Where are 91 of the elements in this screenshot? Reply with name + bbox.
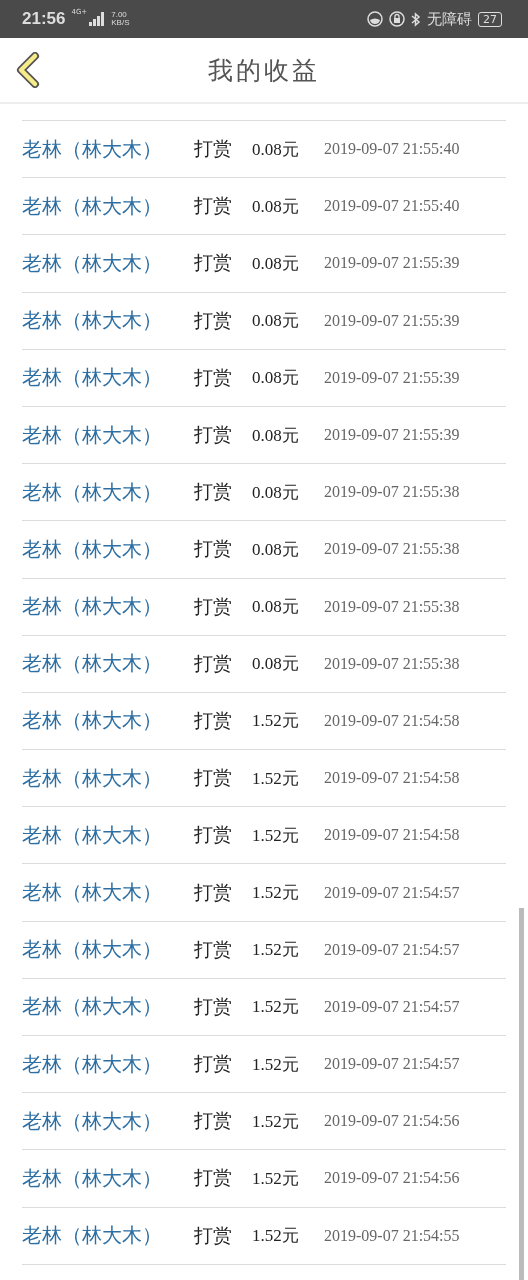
amount-text: 1.52元 (252, 824, 300, 847)
timestamp: 2019-09-07 21:54:57 (324, 1055, 460, 1074)
action-label: 打赏 (194, 593, 233, 619)
user-name-link[interactable]: 老林（林大木） (22, 364, 194, 392)
action-label: 打赏 (194, 193, 233, 219)
amount-text: 0.08元 (252, 481, 300, 504)
chevron-left-icon (15, 52, 41, 88)
user-name-link[interactable]: 老林（林大木） (22, 993, 194, 1021)
amount-text: 0.08元 (252, 252, 300, 275)
user-name-link[interactable]: 老林（林大木） (22, 650, 194, 678)
timestamp: 2019-09-07 21:55:38 (324, 483, 460, 502)
speed-unit: KB/S (111, 19, 130, 27)
timestamp: 2019-09-07 21:55:38 (324, 597, 460, 616)
timestamp: 2019-09-07 21:54:58 (324, 711, 460, 730)
page-title: 我的收益 (208, 54, 320, 87)
action-label: 打赏 (194, 536, 233, 562)
amount-text: 1.52元 (252, 1225, 300, 1248)
timestamp: 2019-09-07 21:55:40 (324, 140, 460, 159)
amount-text: 0.08元 (252, 538, 300, 561)
lock-icon (389, 11, 405, 27)
amount-text: 1.52元 (252, 1053, 300, 1076)
action-label: 打赏 (194, 307, 233, 333)
amount-text: 0.08元 (252, 653, 300, 676)
timestamp: 2019-09-07 21:54:56 (324, 1169, 460, 1188)
action-label: 打赏 (194, 1051, 233, 1077)
action-label: 打赏 (194, 422, 233, 448)
action-label: 打赏 (194, 1165, 233, 1191)
action-label: 打赏 (194, 1222, 233, 1248)
timestamp: 2019-09-07 21:55:40 (324, 197, 460, 216)
user-name-link[interactable]: 老林（林大木） (22, 707, 194, 735)
user-name-link[interactable]: 老林（林大木） (22, 249, 194, 277)
amount-text: 1.52元 (252, 939, 300, 962)
action-label: 打赏 (194, 822, 233, 848)
timestamp: 2019-09-07 21:55:38 (324, 654, 460, 673)
amount-text: 0.08元 (252, 596, 300, 619)
user-name-link[interactable]: 老林（林大木） (22, 135, 194, 163)
user-name-link[interactable]: 老林（林大木） (22, 421, 194, 449)
amount-text: 0.08元 (252, 310, 300, 333)
timestamp: 2019-09-07 21:54:58 (324, 826, 460, 845)
user-name-link[interactable]: 老林（林大木） (22, 593, 194, 621)
clock: 21:56 (22, 9, 66, 29)
amount-text: 1.52元 (252, 882, 300, 905)
timestamp: 2019-09-07 21:55:39 (324, 311, 460, 330)
action-label: 打赏 (194, 936, 233, 962)
action-label: 打赏 (194, 479, 233, 505)
timestamp: 2019-09-07 21:55:38 (324, 540, 460, 559)
speed-value: 7.00 (111, 11, 128, 19)
user-name-link[interactable]: 老林（林大木） (22, 307, 194, 335)
user-name-link[interactable]: 老林（林大木） (22, 936, 194, 964)
amount-text: 1.52元 (252, 710, 300, 733)
battery-icon: 27 (478, 11, 502, 27)
timestamp: 2019-09-07 21:54:57 (324, 997, 460, 1016)
action-label: 打赏 (194, 993, 233, 1019)
action-label: 打赏 (194, 136, 233, 162)
amount-text: 0.08元 (252, 138, 300, 161)
user-name-link[interactable]: 老林（林大木） (22, 192, 194, 220)
amount-text: 0.08元 (252, 424, 300, 447)
bluetooth-icon (411, 11, 421, 27)
action-label: 打赏 (194, 250, 233, 276)
action-label: 打赏 (194, 650, 233, 676)
timestamp: 2019-09-07 21:54:55 (324, 1226, 460, 1245)
accessibility-label: 无障碍 (427, 9, 472, 29)
action-label: 打赏 (194, 879, 233, 905)
action-label: 打赏 (194, 765, 233, 791)
amount-text: 0.08元 (252, 195, 300, 218)
user-name-link[interactable]: 老林（林大木） (22, 1107, 194, 1135)
timestamp: 2019-09-07 21:54:56 (324, 1112, 460, 1131)
user-name-link[interactable]: 老林（林大木） (22, 478, 194, 506)
action-label: 打赏 (194, 364, 233, 390)
user-name-link[interactable]: 老林（林大木） (22, 535, 194, 563)
action-label: 打赏 (194, 1108, 233, 1134)
user-name-link[interactable]: 老林（林大木） (22, 879, 194, 907)
amount-text: 1.52元 (252, 1167, 300, 1190)
user-name-link[interactable]: 老林（林大木） (22, 1164, 194, 1192)
timestamp: 2019-09-07 21:54:57 (324, 940, 460, 959)
timestamp: 2019-09-07 21:54:58 (324, 769, 460, 788)
amount-text: 1.52元 (252, 767, 300, 790)
user-name-link[interactable]: 老林（林大木） (22, 821, 194, 849)
timestamp: 2019-09-07 21:55:39 (324, 426, 460, 445)
face-icon (367, 11, 383, 27)
signal-icon (89, 12, 106, 26)
amount-text: 1.52元 (252, 1110, 300, 1133)
user-name-link[interactable]: 老林（林大木） (22, 1222, 194, 1250)
amount-text: 0.08元 (252, 367, 300, 390)
timestamp: 2019-09-07 21:54:57 (324, 883, 460, 902)
user-name-link[interactable]: 老林（林大木） (22, 1050, 194, 1078)
timestamp: 2019-09-07 21:55:39 (324, 368, 460, 387)
timestamp: 2019-09-07 21:55:39 (324, 254, 460, 273)
amount-text: 1.52元 (252, 996, 300, 1019)
action-label: 打赏 (194, 707, 233, 733)
user-name-link[interactable]: 老林（林大木） (22, 764, 194, 792)
